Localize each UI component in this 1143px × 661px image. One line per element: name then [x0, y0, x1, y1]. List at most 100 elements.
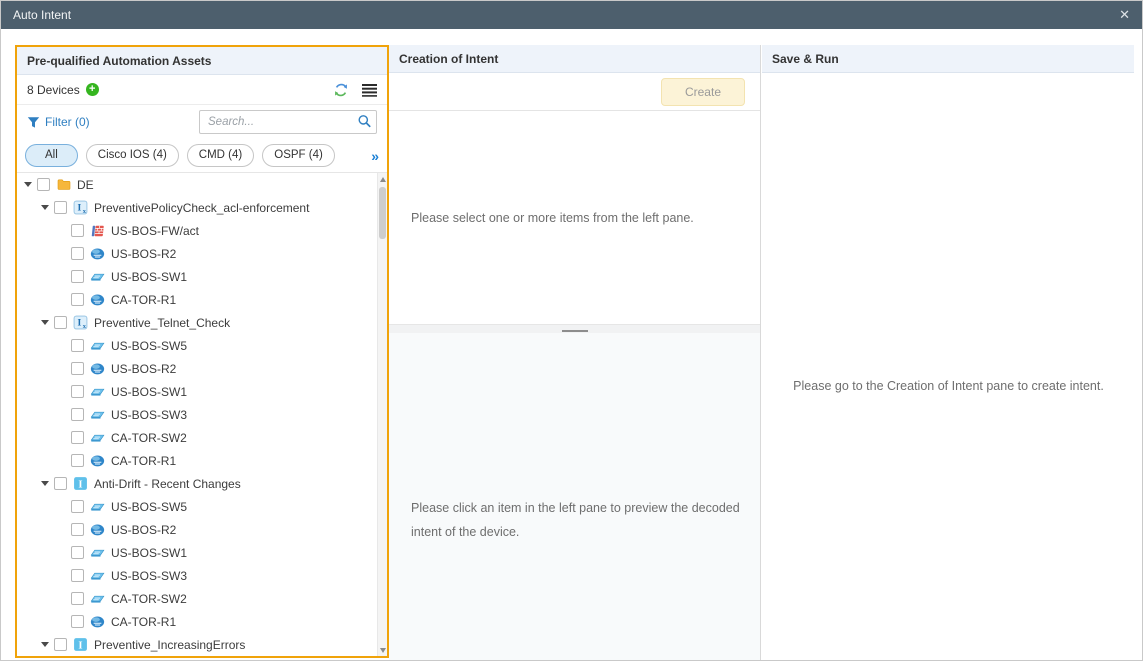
- tree-item-anti-drift-recent-changes[interactable]: IAnti-Drift - Recent Changes: [17, 472, 387, 495]
- splitter-grip-icon[interactable]: [562, 330, 588, 332]
- filter-chip-all[interactable]: All: [25, 144, 78, 167]
- more-chips-icon[interactable]: »: [371, 148, 379, 164]
- svg-text:I: I: [78, 639, 82, 651]
- tree-checkbox[interactable]: [71, 408, 84, 421]
- tree-item-preventivepolicycheck-acl-enforcement[interactable]: IxPreventivePolicyCheck_acl-enforcement: [17, 196, 387, 219]
- tree-checkbox[interactable]: [71, 615, 84, 628]
- expand-caret-icon[interactable]: [38, 642, 52, 647]
- scrollbar-thumb[interactable]: [379, 187, 386, 239]
- tree-checkbox[interactable]: [71, 362, 84, 375]
- tree-item-ca-tor-sw2[interactable]: CA-TOR-SW2: [17, 426, 387, 449]
- tree-item-us-bos-sw1[interactable]: US-BOS-SW1: [17, 265, 387, 288]
- refresh-icon[interactable]: [333, 82, 349, 98]
- firewall-icon: [90, 223, 105, 238]
- filter-chip-cmd-4-[interactable]: CMD (4): [187, 144, 254, 167]
- tree-checkbox[interactable]: [71, 339, 84, 352]
- tree-item-ca-tor-sw2[interactable]: CA-TOR-SW2: [17, 587, 387, 610]
- tree-item-us-bos-sw3[interactable]: US-BOS-SW3: [17, 403, 387, 426]
- tree-item-label: US-BOS-FW/act: [111, 224, 199, 238]
- tree-checkbox[interactable]: [54, 477, 67, 490]
- switch-icon: [90, 269, 105, 284]
- expand-caret-icon[interactable]: [21, 182, 35, 187]
- create-button[interactable]: Create: [661, 78, 745, 106]
- tree-checkbox[interactable]: [71, 454, 84, 467]
- tree-checkbox[interactable]: [54, 638, 67, 651]
- filter-chips-row: All Cisco IOS (4) CMD (4) OSPF (4) »: [17, 139, 387, 173]
- save-run-message: Please go to the Creation of Intent pane…: [793, 379, 1104, 393]
- tree-item-label: CA-TOR-R1: [111, 454, 176, 468]
- intent-i-icon: I: [73, 476, 88, 491]
- tree-checkbox[interactable]: [71, 523, 84, 536]
- tree-item-us-bos-sw1[interactable]: US-BOS-SW1: [17, 541, 387, 564]
- expand-caret-icon[interactable]: [38, 481, 52, 486]
- tree-item-us-bos-sw1[interactable]: US-BOS-SW1: [17, 380, 387, 403]
- select-items-message: Please select one or more items from the…: [411, 211, 694, 225]
- tree-item-label: US-BOS-SW3: [111, 569, 187, 583]
- tree-item-label: PreventivePolicyCheck_acl-enforcement: [94, 201, 309, 215]
- pre-qualified-assets-pane: Pre-qualified Automation Assets 8 Device…: [15, 45, 389, 658]
- tree-item-label: US-BOS-SW5: [111, 500, 187, 514]
- tree-item-us-bos-sw5[interactable]: US-BOS-SW5: [17, 495, 387, 518]
- router-icon: [90, 522, 105, 537]
- tree-item-label: US-BOS-R2: [111, 523, 176, 537]
- tree-checkbox[interactable]: [71, 431, 84, 444]
- tree-item-de[interactable]: DE: [17, 173, 387, 196]
- router-icon: [90, 614, 105, 629]
- tree-item-us-bos-sw5[interactable]: US-BOS-SW5: [17, 334, 387, 357]
- tree-checkbox[interactable]: [71, 270, 84, 283]
- tree-item-label: US-BOS-R2: [111, 362, 176, 376]
- tree-checkbox[interactable]: [71, 569, 84, 582]
- pane-splitter[interactable]: [389, 324, 760, 333]
- switch-icon: [90, 430, 105, 445]
- tree-checkbox[interactable]: [71, 224, 84, 237]
- tree-item-us-bos-r2[interactable]: US-BOS-R2: [17, 518, 387, 541]
- asset-tree: DEIxPreventivePolicyCheck_acl-enforcemen…: [17, 173, 387, 656]
- tree-item-label: US-BOS-SW1: [111, 385, 187, 399]
- tree-checkbox[interactable]: [71, 500, 84, 513]
- search-icon[interactable]: [357, 114, 372, 132]
- scrollbar-down-icon[interactable]: [378, 644, 387, 656]
- asset-menu-icon[interactable]: [362, 83, 377, 97]
- tree-item-label: CA-TOR-SW2: [111, 431, 187, 445]
- scrollbar-up-icon[interactable]: [378, 173, 387, 185]
- search-input[interactable]: [199, 110, 377, 134]
- tree-item-ca-tor-r1[interactable]: CA-TOR-R1: [17, 610, 387, 633]
- tree-checkbox[interactable]: [54, 201, 67, 214]
- svg-text:I: I: [78, 478, 82, 490]
- folder-icon: [56, 177, 71, 192]
- tree-item-preventive-increasingerrors[interactable]: IPreventive_IncreasingErrors: [17, 633, 387, 656]
- filter-chip-ospf-4-[interactable]: OSPF (4): [262, 144, 335, 167]
- tree-scrollbar[interactable]: [377, 173, 387, 656]
- filter-button[interactable]: Filter (0): [27, 115, 90, 129]
- middle-pane-header: Creation of Intent: [389, 45, 760, 73]
- add-devices-icon[interactable]: +: [86, 83, 99, 96]
- tree-item-label: CA-TOR-SW2: [111, 592, 187, 606]
- expand-caret-icon[interactable]: [38, 320, 52, 325]
- switch-icon: [90, 591, 105, 606]
- filter-chip-cisco-ios-4-[interactable]: Cisco IOS (4): [86, 144, 179, 167]
- switch-icon: [90, 568, 105, 583]
- tree-checkbox[interactable]: [37, 178, 50, 191]
- router-icon: [90, 246, 105, 261]
- intent-toolbar: Create: [389, 73, 760, 111]
- tree-checkbox[interactable]: [71, 592, 84, 605]
- tree-checkbox[interactable]: [71, 247, 84, 260]
- right-pane-header: Save & Run: [762, 45, 1134, 73]
- tree-item-us-bos-sw3[interactable]: US-BOS-SW3: [17, 564, 387, 587]
- left-pane-header: Pre-qualified Automation Assets: [17, 47, 387, 75]
- close-icon[interactable]: ✕: [1119, 7, 1130, 23]
- tree-item-ca-tor-r1[interactable]: CA-TOR-R1: [17, 449, 387, 472]
- router-icon: [90, 361, 105, 376]
- intent-preview-area: Please click an item in the left pane to…: [389, 333, 760, 661]
- tree-item-preventive-telnet-check[interactable]: IxPreventive_Telnet_Check: [17, 311, 387, 334]
- tree-checkbox[interactable]: [71, 385, 84, 398]
- tree-item-us-bos-r2[interactable]: US-BOS-R2: [17, 242, 387, 265]
- tree-item-us-bos-fw-act[interactable]: US-BOS-FW/act: [17, 219, 387, 242]
- tree-item-label: US-BOS-SW3: [111, 408, 187, 422]
- expand-caret-icon[interactable]: [38, 205, 52, 210]
- tree-checkbox[interactable]: [54, 316, 67, 329]
- tree-item-us-bos-r2[interactable]: US-BOS-R2: [17, 357, 387, 380]
- tree-item-ca-tor-r1[interactable]: CA-TOR-R1: [17, 288, 387, 311]
- tree-checkbox[interactable]: [71, 293, 84, 306]
- tree-checkbox[interactable]: [71, 546, 84, 559]
